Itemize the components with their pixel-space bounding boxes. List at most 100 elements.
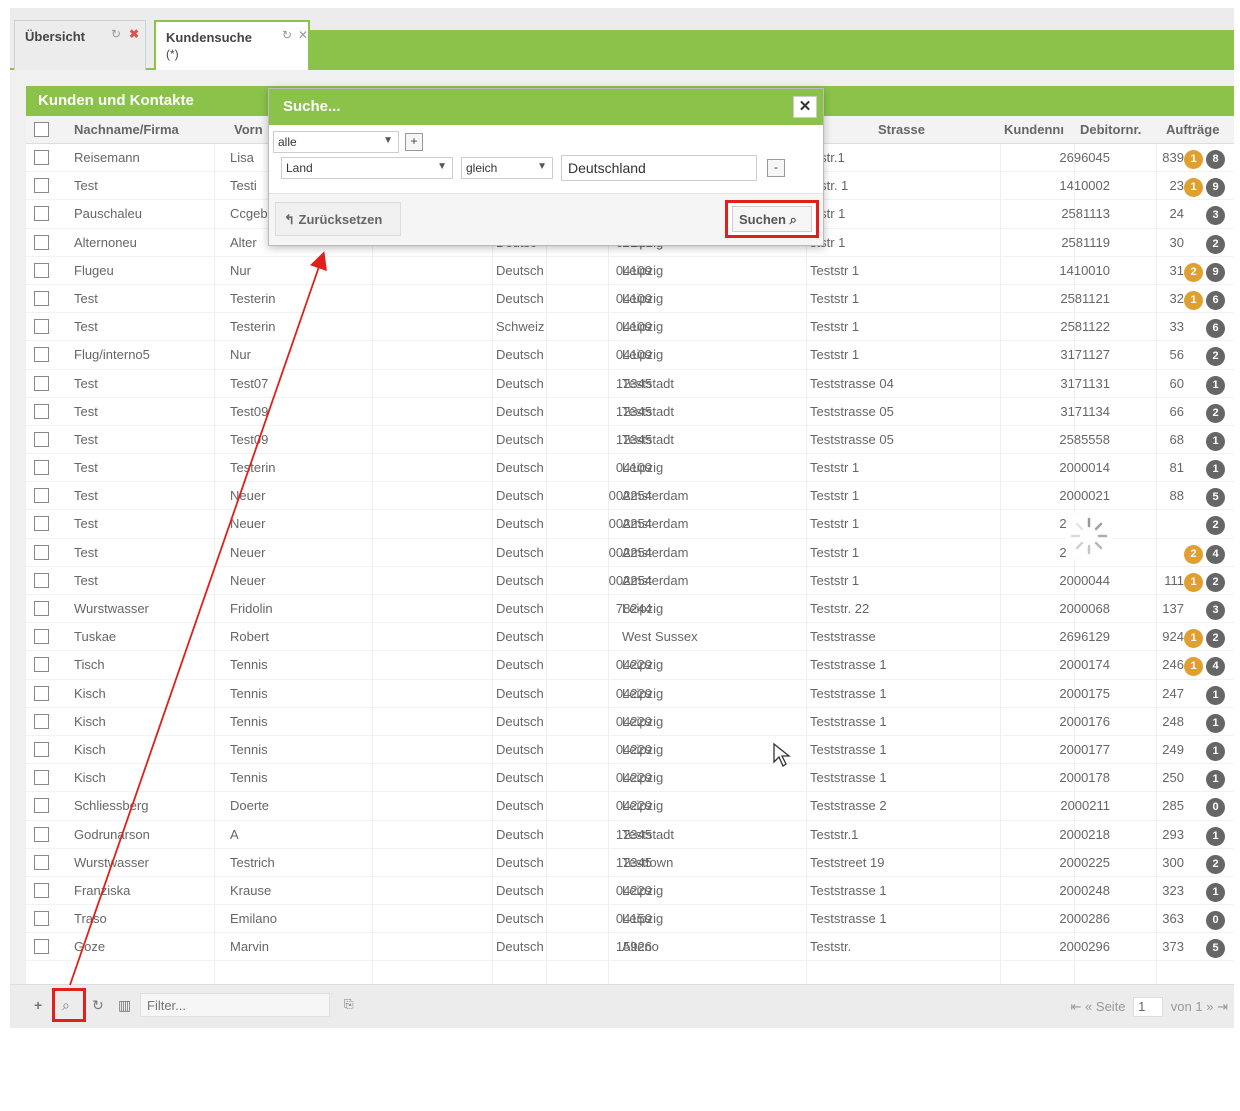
table-row[interactable]: Test Testerin Schweiz 04109 Leipzig Teststr 1… <box>26 313 1234 342</box>
open-orders-badge[interactable]: 1 <box>1184 178 1203 198</box>
row-checkbox[interactable] <box>34 657 49 673</box>
row-checkbox[interactable] <box>34 150 49 165</box>
table-row[interactable]: Godrunarson A Deutsch 12345 Teststadt Teststr… <box>26 821 1234 849</box>
row-checkbox[interactable] <box>34 262 49 278</box>
search-submit-button[interactable]: Suchen ⌕ <box>732 206 812 232</box>
col-header-kundennr[interactable]: Kundennı <box>1004 122 1064 137</box>
row-checkbox[interactable] <box>34 488 49 504</box>
row-checkbox[interactable] <box>34 206 49 222</box>
operator-select[interactable]: gleich ▼ <box>461 157 553 179</box>
table-row[interactable]: Tisch Tennis Deutsch 04229 Leipzig Teststrass… <box>26 651 1234 680</box>
add-condition-button[interactable]: + <box>405 133 423 151</box>
table-row[interactable]: Traso Emilano Deutsch 04159 Leipzig Teststras… <box>26 905 1234 934</box>
row-checkbox[interactable] <box>34 770 49 786</box>
next-page-icon[interactable]: » <box>1206 999 1213 1014</box>
prev-page-icon[interactable]: « <box>1085 999 1092 1014</box>
row-checkbox[interactable] <box>34 431 49 447</box>
table-row[interactable]: Wurstwasser Fridolin Deutsch 78244 Leipzig Te… <box>26 595 1234 624</box>
row-checkbox[interactable] <box>34 685 49 701</box>
orders-badge[interactable]: 4 <box>1206 657 1225 677</box>
refresh-icon[interactable]: ↻ <box>282 28 292 42</box>
row-checkbox[interactable] <box>34 854 49 870</box>
open-orders-badge[interactable]: 1 <box>1184 657 1203 677</box>
last-page-icon[interactable]: ⇥ <box>1217 999 1228 1014</box>
orders-badge[interactable]: 0 <box>1206 798 1225 818</box>
page-input[interactable]: 1 <box>1133 997 1164 1017</box>
orders-badge[interactable]: 2 <box>1206 854 1225 874</box>
col-header-strasse[interactable]: Strasse <box>878 122 925 137</box>
table-row[interactable]: Wurstwasser Testrich Deutsch 12345 Testtown T… <box>26 849 1234 877</box>
orders-badge[interactable]: 4 <box>1206 544 1225 564</box>
row-checkbox[interactable] <box>34 826 49 842</box>
table-row[interactable]: Kisch Tennis Deutsch 04229 Leipzig Teststrass… <box>26 680 1234 708</box>
orders-badge[interactable]: 6 <box>1206 319 1225 339</box>
table-row[interactable]: Tuskae Robert Deutsch West Sussex Teststrass… <box>26 623 1234 652</box>
open-orders-badge[interactable]: 1 <box>1184 150 1203 169</box>
orders-badge[interactable]: 3 <box>1206 601 1225 620</box>
close-icon[interactable]: ✕ <box>298 28 308 42</box>
table-row[interactable]: Test Test07 Deutsch 12345 Teststadt Teststras… <box>26 370 1234 398</box>
orders-badge[interactable]: 1 <box>1206 741 1225 761</box>
row-checkbox[interactable] <box>34 403 49 419</box>
open-orders-badge[interactable]: 2 <box>1184 262 1203 282</box>
orders-badge[interactable]: 6 <box>1206 290 1225 310</box>
orders-badge[interactable]: 2 <box>1206 403 1225 423</box>
refresh-icon[interactable]: ↻ <box>111 27 121 41</box>
row-checkbox[interactable] <box>34 741 49 757</box>
table-row[interactable]: Test Testerin Deutsch 04109 Leipzig Teststr 1… <box>26 454 1234 483</box>
row-checkbox[interactable] <box>34 882 49 898</box>
row-checkbox[interactable] <box>34 713 49 729</box>
row-checkbox[interactable] <box>34 347 49 363</box>
open-orders-badge[interactable]: 1 <box>1184 572 1203 592</box>
combinator-select[interactable]: alle ▼ <box>273 131 399 153</box>
orders-badge[interactable]: 2 <box>1206 629 1225 649</box>
table-row[interactable]: Test Neuer Deutsch 002254 Amsterdam Teststr 1… <box>26 567 1234 595</box>
tab-uebersicht[interactable]: Übersicht ↻ ✖ <box>14 20 146 70</box>
col-header-name[interactable]: Nachname/Firma <box>74 122 179 137</box>
search-value-input[interactable]: Deutschland <box>561 155 757 181</box>
table-row[interactable]: Goze Marvin Deutsch 15926 Alteno Teststr. 373 2… <box>26 933 1234 962</box>
table-row[interactable]: Test Test09 Deutsch 12345 Teststadt Teststras… <box>26 426 1234 455</box>
first-page-icon[interactable]: ⇤ <box>1071 999 1082 1014</box>
orders-badge[interactable]: 2 <box>1206 347 1225 367</box>
table-row[interactable]: Test Neuer Deutsch 002254 Amsterdam Teststr 1… <box>26 539 1234 567</box>
table-row[interactable]: Kisch Tennis Deutsch 04229 Leipzig Teststrass… <box>26 764 1234 793</box>
orders-badge[interactable]: 1 <box>1206 770 1225 790</box>
orders-badge[interactable]: 5 <box>1206 939 1225 959</box>
filter-input[interactable] <box>140 993 330 1017</box>
row-checkbox[interactable] <box>34 629 49 645</box>
row-checkbox[interactable] <box>34 290 49 306</box>
columns-icon[interactable]: ▥ <box>118 997 131 1014</box>
row-checkbox[interactable] <box>34 601 49 616</box>
orders-badge[interactable]: 2 <box>1206 516 1225 536</box>
orders-badge[interactable]: 1 <box>1206 375 1225 395</box>
row-checkbox[interactable] <box>34 572 49 588</box>
close-icon[interactable]: ✕ <box>793 96 817 118</box>
orders-badge[interactable]: 1 <box>1206 431 1225 451</box>
orders-badge[interactable]: 5 <box>1206 488 1225 508</box>
open-orders-badge[interactable]: 2 <box>1184 544 1203 564</box>
orders-badge[interactable]: 9 <box>1206 178 1225 198</box>
table-row[interactable]: Test Test09 Deutsch 12345 Teststadt Teststras… <box>26 398 1234 426</box>
orders-badge[interactable]: 1 <box>1206 882 1225 902</box>
reset-button[interactable]: ↰ Zurücksetzen <box>275 202 401 236</box>
orders-badge[interactable]: 1 <box>1206 685 1225 705</box>
orders-badge[interactable]: 1 <box>1206 460 1225 480</box>
orders-badge[interactable]: 2 <box>1206 572 1225 592</box>
row-checkbox[interactable] <box>34 516 49 532</box>
open-orders-badge[interactable]: 1 <box>1184 629 1203 649</box>
col-header-debitornr[interactable]: Debitornr. <box>1080 122 1141 137</box>
row-checkbox[interactable] <box>34 234 49 250</box>
row-checkbox[interactable] <box>34 798 49 814</box>
refresh-icon[interactable]: ↻ <box>92 997 104 1014</box>
orders-badge[interactable]: 9 <box>1206 262 1225 282</box>
select-all-checkbox[interactable] <box>34 122 49 137</box>
row-checkbox[interactable] <box>34 319 49 335</box>
row-checkbox[interactable] <box>34 939 49 955</box>
remove-condition-button[interactable]: - <box>767 159 785 177</box>
row-checkbox[interactable] <box>34 460 49 476</box>
row-checkbox[interactable] <box>34 375 49 391</box>
clear-filter-icon[interactable]: ⎘ <box>344 997 354 1012</box>
add-icon[interactable]: + <box>34 997 42 1013</box>
table-row[interactable]: Test Testerin Deutsch 04109 Leipzig Teststr 1… <box>26 285 1234 314</box>
